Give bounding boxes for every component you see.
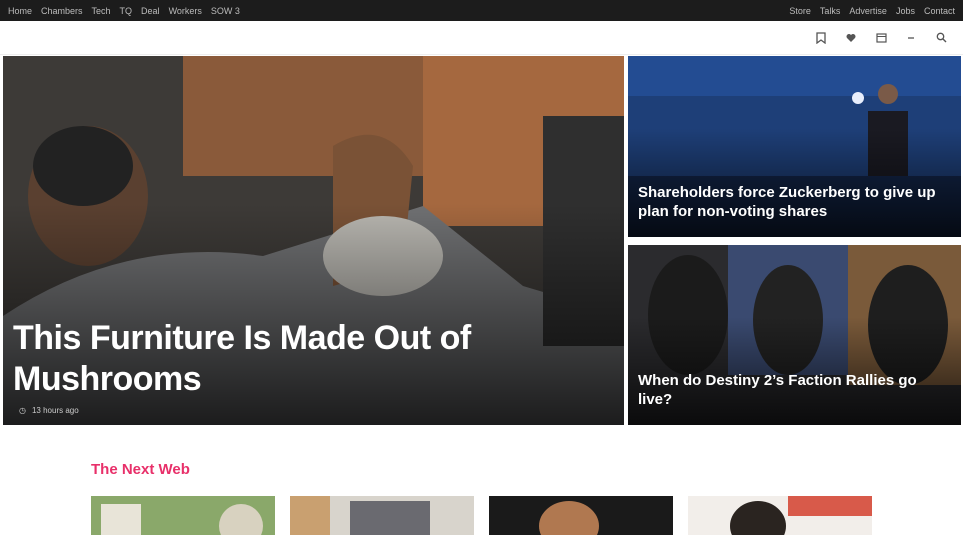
topbar-link[interactable]: Contact <box>924 6 955 16</box>
hero-side1-caption: Shareholders force Zuckerberg to give up… <box>638 183 951 227</box>
topbar-link[interactable]: Advertise <box>849 6 887 16</box>
topbar-link[interactable]: TQ <box>120 6 133 16</box>
topbar-left-links: Home Chambers Tech TQ Deal Workers SOW 3 <box>8 6 240 16</box>
article-card-image <box>688 496 872 535</box>
heart-icon[interactable] <box>845 32 857 44</box>
hero-side-story-2[interactable]: When do Destiny 2’s Faction Rallies go l… <box>628 245 961 425</box>
topbar-link[interactable]: Talks <box>820 6 841 16</box>
article-card-image <box>489 496 673 535</box>
search-icon[interactable] <box>935 32 947 44</box>
nav-icons <box>815 31 947 44</box>
clock-icon: ◷ <box>19 406 26 415</box>
article-card-image <box>290 496 474 535</box>
hero-main-meta: ◷ 13 hours ago <box>13 406 614 415</box>
hero-main-title[interactable]: This Furniture Is Made Out of Mushrooms <box>13 318 614 400</box>
main-nav <box>0 21 963 55</box>
topbar-link[interactable]: Home <box>8 6 32 16</box>
hero-side-story-1[interactable]: Shareholders force Zuckerberg to give up… <box>628 56 961 237</box>
topbar-right-links: Store Talks Advertise Jobs Contact <box>789 6 955 16</box>
article-card[interactable] <box>688 496 872 535</box>
hero-side1-title[interactable]: Shareholders force Zuckerberg to give up… <box>638 183 951 221</box>
topbar-link[interactable]: Jobs <box>896 6 915 16</box>
minus-icon[interactable] <box>905 32 917 44</box>
topbar-link[interactable]: Tech <box>92 6 111 16</box>
article-card[interactable] <box>290 496 474 535</box>
hero-side2-caption: When do Destiny 2’s Faction Rallies go l… <box>638 371 951 415</box>
article-card[interactable] <box>489 496 673 535</box>
hero-main-story[interactable]: This Furniture Is Made Out of Mushrooms … <box>3 56 624 425</box>
topbar-link[interactable]: Deal <box>141 6 160 16</box>
topbar-link[interactable]: SOW 3 <box>211 6 240 16</box>
calendar-icon[interactable] <box>875 32 887 44</box>
article-card-image <box>91 496 275 535</box>
hero-main-time: 13 hours ago <box>31 406 79 415</box>
topbar-link[interactable]: Store <box>789 6 811 16</box>
hero-main-caption: This Furniture Is Made Out of Mushrooms … <box>13 318 614 415</box>
topbar-link[interactable]: Chambers <box>41 6 83 16</box>
topbar-link[interactable]: Workers <box>169 6 202 16</box>
hero-side2-title[interactable]: When do Destiny 2’s Faction Rallies go l… <box>638 371 951 409</box>
article-card[interactable] <box>91 496 275 535</box>
section-title[interactable]: The Next Web <box>91 461 190 478</box>
bookmark-icon[interactable] <box>815 31 827 44</box>
top-utility-bar: Home Chambers Tech TQ Deal Workers SOW 3… <box>0 0 963 21</box>
